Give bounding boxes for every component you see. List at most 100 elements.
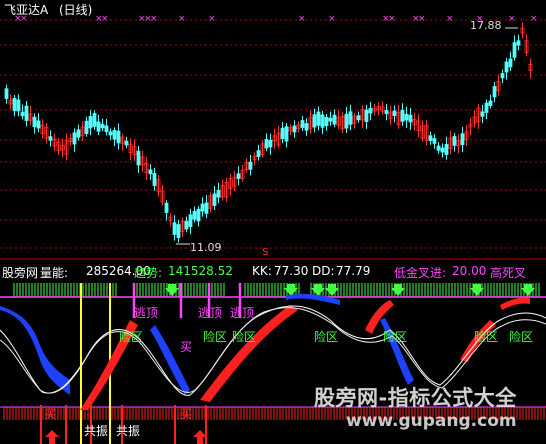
x-marker: × <box>446 14 454 24</box>
candle-body <box>216 189 221 198</box>
candle-body <box>164 202 169 213</box>
stock-title: 飞亚达A <box>4 3 49 17</box>
escape-top-label-2: 逃顶 <box>198 306 223 320</box>
candle-body <box>192 211 197 220</box>
down-arrow-icon <box>391 284 405 296</box>
candle-body <box>88 116 93 129</box>
candle-body <box>84 120 89 135</box>
kk-value: 77.30 <box>274 264 309 278</box>
candle-body <box>24 105 29 121</box>
candle-body <box>292 125 297 133</box>
up-arrow-icon <box>193 430 207 444</box>
up-arrow-icon <box>45 430 59 444</box>
candle-body <box>332 114 337 125</box>
candle-body <box>324 116 329 127</box>
down-arrow-icon <box>325 284 339 296</box>
cross-label: 低金叉进: <box>394 266 447 280</box>
dd-value: 77.79 <box>336 264 371 278</box>
danger-zone-label-6: 险区 <box>474 330 499 344</box>
danger-zone-label-5: 险区 <box>383 330 408 344</box>
candle-body <box>20 111 25 117</box>
x-marker: × <box>178 14 186 24</box>
x-marker: × <box>150 14 158 24</box>
candle-body <box>492 86 497 98</box>
candle-body <box>348 111 353 125</box>
cross-value: 20.00 <box>452 264 487 278</box>
candle-body <box>428 135 433 141</box>
candle-body <box>112 130 117 140</box>
candle-body <box>328 117 333 122</box>
candle-body <box>176 224 181 238</box>
candle-body <box>500 73 505 79</box>
candle-body <box>504 61 509 73</box>
buy-label-2: 买 <box>180 407 193 421</box>
s-marker: S <box>262 247 269 258</box>
candle-body <box>124 140 129 146</box>
stock-chart: ×× ×× ××× × × × × ×× ×× × × × × <box>0 14 546 444</box>
x-marker: × <box>208 14 216 24</box>
candle-body <box>480 111 485 117</box>
watermark-text: 股旁网-指标公式大全 <box>314 386 517 410</box>
candle-body <box>512 42 517 58</box>
signal-markers: ×× ×× ××× × × × × ×× ×× × × × × <box>14 14 538 24</box>
resonance-label-2: 共振 <box>116 424 141 438</box>
kk-label: KK: <box>252 264 272 278</box>
danger-zone-label-2: 险区 <box>203 330 228 344</box>
candle-body <box>236 173 241 179</box>
candle-body <box>312 114 317 128</box>
candle-body <box>516 40 521 46</box>
candle-body <box>452 136 457 146</box>
candle-body <box>204 202 209 214</box>
trend-value: 141528.52 <box>168 264 233 278</box>
candlestick-series <box>4 22 533 245</box>
candle-body <box>316 111 321 126</box>
candle-body <box>188 214 193 228</box>
candle-body <box>12 98 17 112</box>
candle-body <box>280 127 285 139</box>
candle-body <box>356 115 361 121</box>
candle-body <box>136 150 141 166</box>
danger-zone-label-7: 险区 <box>509 330 534 344</box>
candle-body <box>72 132 77 145</box>
buy-label-magenta: 买 <box>180 340 193 354</box>
candle-body <box>460 133 465 145</box>
dead-cross-label: 高死叉 <box>490 266 527 280</box>
candle-body <box>440 147 445 153</box>
danger-zone-label-3: 险区 <box>232 330 257 344</box>
low-price-label: 11.09 <box>190 241 222 254</box>
candle-body <box>364 109 369 123</box>
candle-body <box>248 161 253 170</box>
candle-body <box>444 144 449 156</box>
candle-body <box>304 123 309 131</box>
candle-body <box>32 116 37 128</box>
candle-body <box>508 58 513 68</box>
candle-body <box>384 109 389 115</box>
candle-body <box>436 145 441 151</box>
x-marker: × <box>101 14 109 24</box>
site-label: 股旁网 <box>2 266 39 280</box>
danger-zone-label-4: 险区 <box>314 330 339 344</box>
candle-body <box>392 110 397 116</box>
escape-top-label-3: 逃顶 <box>230 306 255 320</box>
candle-body <box>200 203 205 212</box>
candle-body <box>172 222 177 235</box>
x-marker: × <box>388 14 396 24</box>
resonance-label-1: 共振 <box>84 424 109 438</box>
volume-label: 量能: <box>40 266 69 280</box>
candle-body <box>256 150 261 157</box>
candle-body <box>344 113 349 129</box>
candle-body <box>284 126 289 142</box>
candle-body <box>400 109 405 122</box>
escape-top-label-1: 逃顶 <box>134 306 159 320</box>
candle-body <box>108 131 113 136</box>
candle-body <box>4 88 9 99</box>
dd-label: DD: <box>312 264 335 278</box>
x-marker: × <box>530 14 538 24</box>
buy-label-1: 买 <box>44 407 57 421</box>
trend-label: 趋势: <box>134 266 163 280</box>
candle-body <box>368 108 373 114</box>
watermark-url: www.gupang.com <box>346 411 517 431</box>
candle-body <box>320 114 325 128</box>
candle-body <box>300 120 305 128</box>
candle-body <box>408 114 413 123</box>
